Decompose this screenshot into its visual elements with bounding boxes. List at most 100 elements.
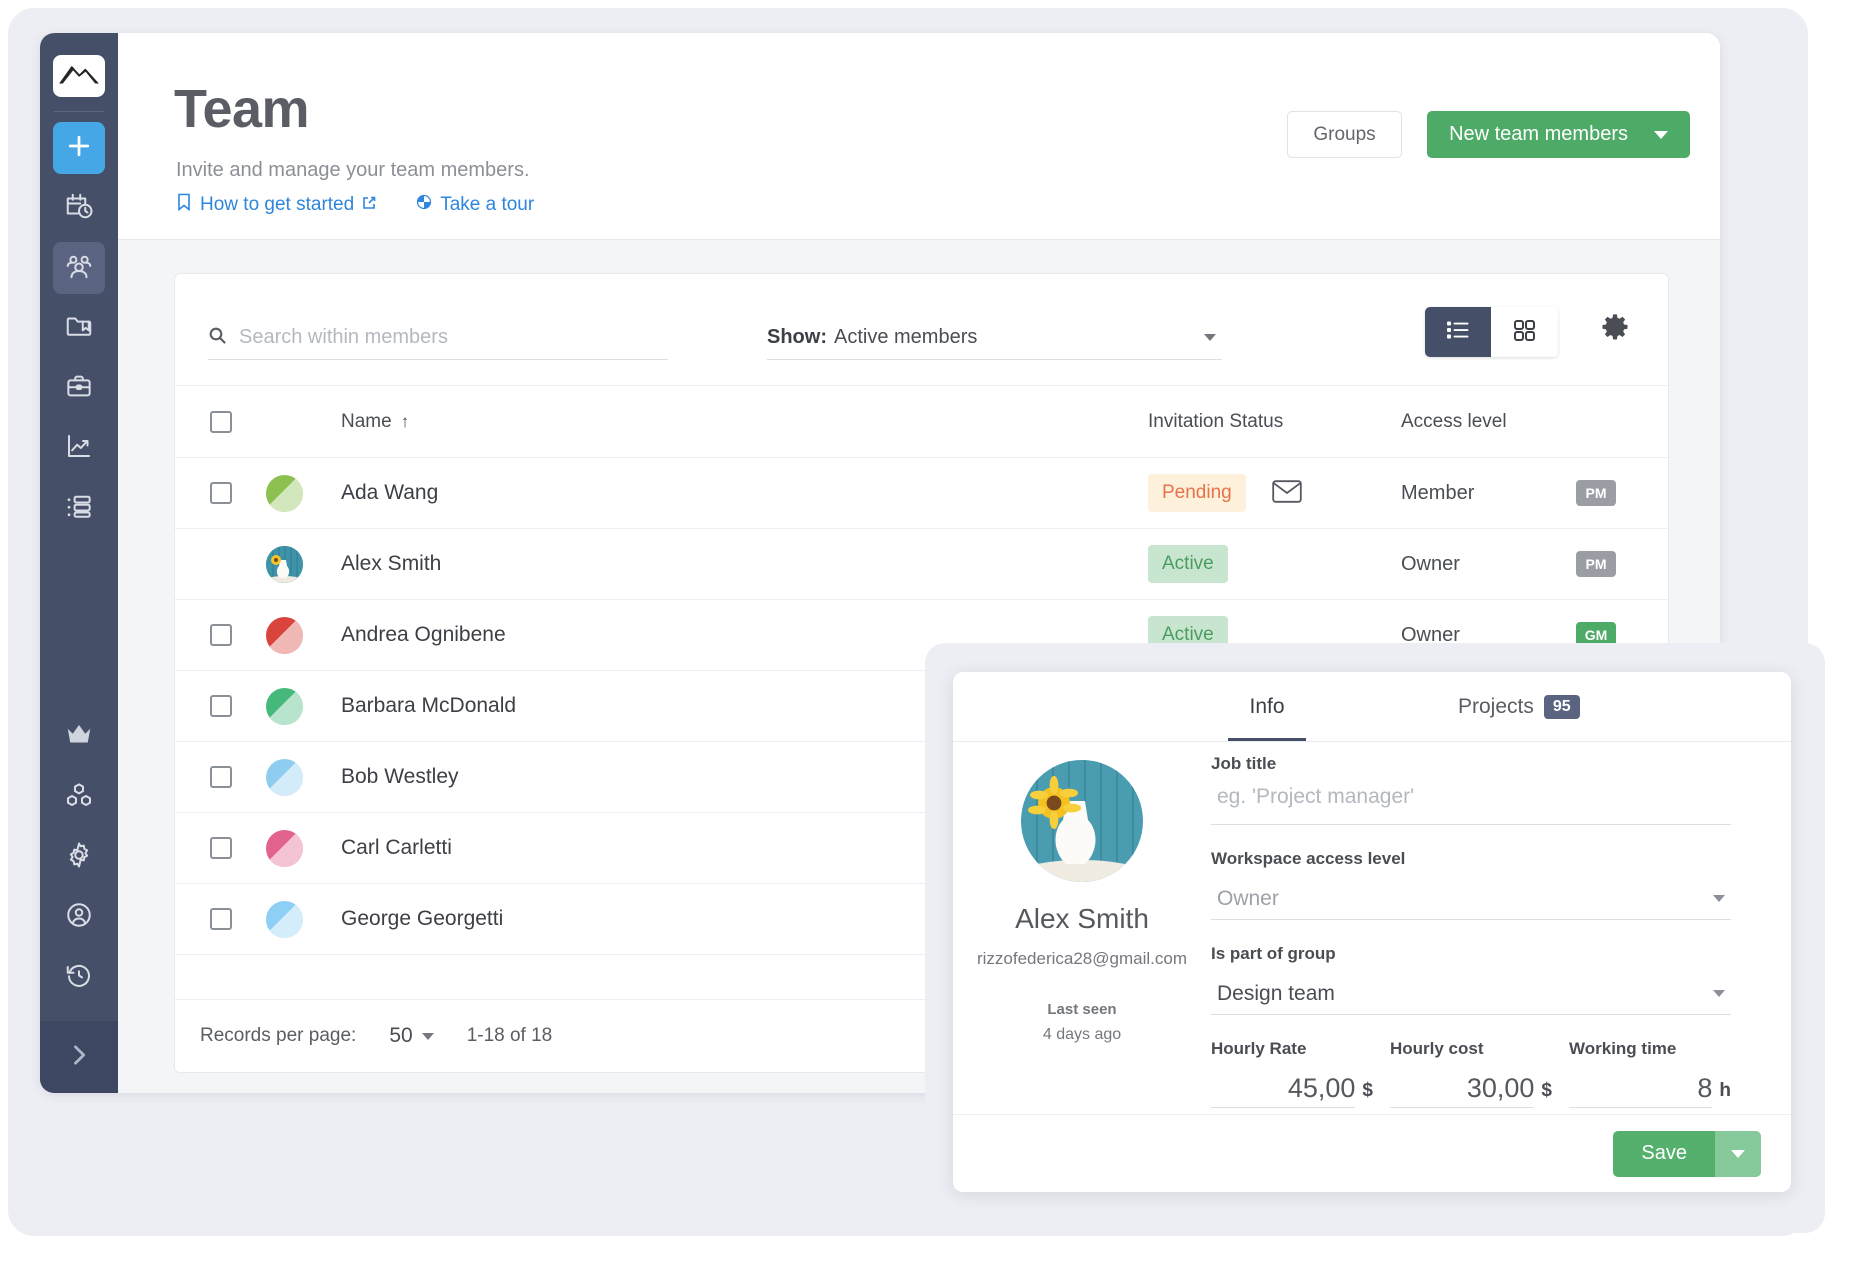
view-toggle[interactable] xyxy=(1425,307,1558,357)
hourly-rate-value: 45,00 xyxy=(1287,1073,1356,1103)
sidebar-item-timesheet[interactable] xyxy=(53,182,105,234)
working-time-value: 8 xyxy=(1697,1073,1713,1103)
view-toggle-list[interactable] xyxy=(1425,307,1491,357)
row-checkbox[interactable] xyxy=(209,695,232,717)
hourly-rate-unit: $ xyxy=(1362,1080,1373,1101)
table-row[interactable]: Ada Wang Pending Member PM xyxy=(175,458,1668,529)
sidebar-divider xyxy=(54,111,104,112)
select-all-checkbox[interactable] xyxy=(209,410,232,433)
sidebar-item-planner[interactable] xyxy=(53,482,105,534)
screenshot-root: Team Invite and manage your team members… xyxy=(0,0,1863,1278)
table-settings-button[interactable] xyxy=(1599,312,1631,344)
save-button-group[interactable]: Save xyxy=(1613,1130,1761,1177)
clock-rewind-icon xyxy=(64,960,94,995)
view-toggle-grid[interactable] xyxy=(1491,307,1557,357)
row-checkbox[interactable] xyxy=(209,766,232,788)
records-per-page-value: 50 xyxy=(389,1024,413,1047)
detail-body: Alex Smith rizzofederica28@gmail.com Las… xyxy=(953,742,1791,1114)
select-all-cell[interactable] xyxy=(175,410,266,433)
sidebar-item-reports[interactable] xyxy=(53,422,105,474)
table-row[interactable]: Alex Smith Active Owner PM xyxy=(175,529,1668,600)
how-to-get-started-label: How to get started xyxy=(200,194,355,215)
sidebar-item-add[interactable] xyxy=(53,122,105,174)
list-settings-icon xyxy=(64,491,94,526)
working-time-label: Working time xyxy=(1569,1039,1677,1058)
sidebar-item-upgrade[interactable] xyxy=(53,711,105,763)
plus-icon xyxy=(64,131,94,166)
take-a-tour-link[interactable]: Take a tour xyxy=(416,193,534,217)
sidebar-item-integrations[interactable] xyxy=(53,771,105,823)
row-select-cell[interactable] xyxy=(175,695,266,717)
sidebar-item-team[interactable] xyxy=(53,242,105,294)
detail-tabs: Info Projects 95 xyxy=(953,672,1791,742)
row-select-cell[interactable] xyxy=(175,482,266,504)
row-checkbox[interactable] xyxy=(209,624,232,646)
search-field[interactable] xyxy=(208,316,668,360)
row-select-cell[interactable] xyxy=(175,624,266,646)
group-label: Is part of group xyxy=(1211,944,1336,963)
chevron-down-icon xyxy=(1713,990,1725,997)
sidebar-expand-button[interactable] xyxy=(40,1021,118,1093)
row-role-badge-cell: PM xyxy=(1576,480,1668,506)
page-title: Team xyxy=(174,79,310,139)
status-badge: Pending xyxy=(1148,474,1246,512)
row-checkbox[interactable] xyxy=(209,837,232,859)
row-checkbox[interactable] xyxy=(209,482,232,504)
row-select-cell[interactable] xyxy=(175,766,266,788)
save-button[interactable]: Save xyxy=(1613,1130,1715,1177)
member-detail-panel: Info Projects 95 Alex Smith rizzofederic… xyxy=(953,672,1791,1192)
row-name: Ada Wang xyxy=(341,481,439,504)
chevron-down-icon xyxy=(421,1032,434,1040)
resend-invite-mail-icon[interactable] xyxy=(1272,480,1302,507)
sidebar-item-clients[interactable] xyxy=(53,362,105,414)
external-link-icon xyxy=(362,194,376,216)
tab-projects[interactable]: Projects 95 xyxy=(1458,673,1580,741)
column-header-name[interactable]: Name ↑ xyxy=(328,411,1148,433)
hourly-cost-field[interactable]: 30,00 $ xyxy=(1390,1070,1552,1108)
member-form: Job title Workspace access level Owner I… xyxy=(1211,754,1731,1108)
hourly-cost-label: Hourly cost xyxy=(1390,1039,1484,1058)
column-header-access-level: Access level xyxy=(1401,410,1507,432)
how-to-get-started-link[interactable]: How to get started xyxy=(176,193,376,217)
search-input[interactable] xyxy=(239,326,639,349)
hourly-cost-unit: $ xyxy=(1541,1080,1552,1101)
role-badge: PM xyxy=(1576,480,1616,506)
hourly-rate-field[interactable]: 45,00 $ xyxy=(1211,1070,1373,1108)
sidebar-item-account[interactable] xyxy=(53,891,105,943)
sidebar-item-settings[interactable] xyxy=(53,831,105,883)
role-badge: PM xyxy=(1576,551,1616,577)
tab-info[interactable]: Info xyxy=(1228,673,1306,741)
working-time-field[interactable]: 8 h xyxy=(1569,1070,1731,1108)
avatar xyxy=(266,616,303,654)
sidebar-item-projects[interactable] xyxy=(53,302,105,354)
row-select-cell[interactable] xyxy=(175,837,266,859)
row-role-badge-cell: PM xyxy=(1576,551,1668,577)
avatar xyxy=(266,829,303,867)
page-header: Team Invite and manage your team members… xyxy=(118,33,1720,240)
last-seen-label: Last seen xyxy=(1047,1001,1117,1018)
avatar xyxy=(1021,760,1143,882)
avatar xyxy=(266,474,303,512)
sidebar-item-history[interactable] xyxy=(53,951,105,1003)
groups-button[interactable]: Groups xyxy=(1287,111,1402,158)
job-title-field[interactable] xyxy=(1211,785,1731,825)
show-filter-value: Active members xyxy=(834,326,978,348)
new-team-members-button[interactable]: New team members xyxy=(1427,111,1690,158)
chart-trend-icon xyxy=(64,431,94,466)
tour-icon xyxy=(416,193,432,217)
workspace-access-level-field[interactable]: Owner xyxy=(1211,880,1731,920)
row-access-level: Owner xyxy=(1401,552,1460,575)
row-select-cell[interactable] xyxy=(175,908,266,930)
group-field[interactable]: Design team xyxy=(1211,975,1731,1015)
save-options-button[interactable] xyxy=(1715,1130,1761,1177)
job-title-input[interactable] xyxy=(1211,785,1731,809)
row-checkbox[interactable] xyxy=(209,908,232,930)
sidebar xyxy=(40,33,118,1093)
sidebar-item-logo[interactable] xyxy=(53,55,105,97)
crown-icon xyxy=(64,720,94,755)
show-filter-dropdown[interactable]: Show: Active members xyxy=(767,316,1222,360)
avatar xyxy=(266,687,303,725)
row-avatar-cell xyxy=(266,545,328,583)
list-view-icon xyxy=(1445,317,1471,348)
records-per-page-dropdown[interactable]: 50 xyxy=(389,1024,434,1048)
